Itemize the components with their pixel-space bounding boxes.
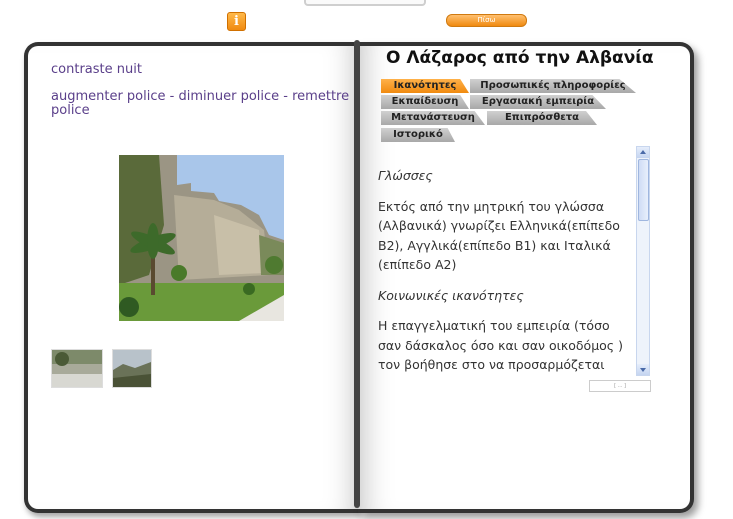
tab-skills[interactable]: Ικανότητες [381,79,469,93]
tab-additional[interactable]: Επιπρόσθετα [487,111,597,125]
increase-font-link[interactable]: augmenter police [51,89,166,104]
section-heading-languages: Γλώσσες [378,168,433,183]
info-button[interactable]: i [227,12,246,31]
tab-work-experience[interactable]: Εργασιακή εμπειρία [470,95,606,109]
tab-history[interactable]: Ιστορικό [381,128,455,142]
tab-personal-info[interactable]: Προσωπικές πληροφορίες [470,79,636,93]
top-frame-edge [304,0,426,6]
tab-education[interactable]: Εκπαίδευση [381,95,469,109]
photo-thumbnail-1[interactable] [51,349,103,388]
font-size-controls: augmenter police - diminuer police - rem… [51,90,351,118]
page-title: Ο Λάζαρος από την Αλβανία [386,48,654,68]
content-panel: Γλώσσες Εκτός από την μητρική του γλώσσα… [368,146,650,374]
vertical-scrollbar[interactable] [636,146,650,376]
contrast-night-link[interactable]: contraste nuit [51,62,142,77]
separator: - [165,89,179,104]
scroll-up-arrow-icon[interactable] [637,147,649,158]
photo-thumbnail-2[interactable] [112,349,152,388]
separator: - [279,89,293,104]
main-photo [119,155,284,321]
scrollbar-thumb[interactable] [638,159,649,221]
back-button[interactable]: Πίσω [446,14,527,27]
tab-migration[interactable]: Μετανάστευση [381,111,485,125]
book-spine [354,40,360,508]
scroll-content[interactable]: Γλώσσες Εκτός από την μητρική του γλώσσα… [378,166,633,374]
small-field[interactable]: [ ... ] [589,380,651,392]
languages-text: Εκτός από την μητρική του γλώσσα (Αλβανι… [378,198,620,273]
decrease-font-link[interactable]: diminuer police [178,89,279,104]
social-skills-text: Η επαγγελματική του εμπειρία (τόσο σαν δ… [378,318,623,372]
section-heading-social-skills: Κοινωνικές ικανότητες [378,287,524,303]
scroll-down-arrow-icon[interactable] [637,364,649,375]
